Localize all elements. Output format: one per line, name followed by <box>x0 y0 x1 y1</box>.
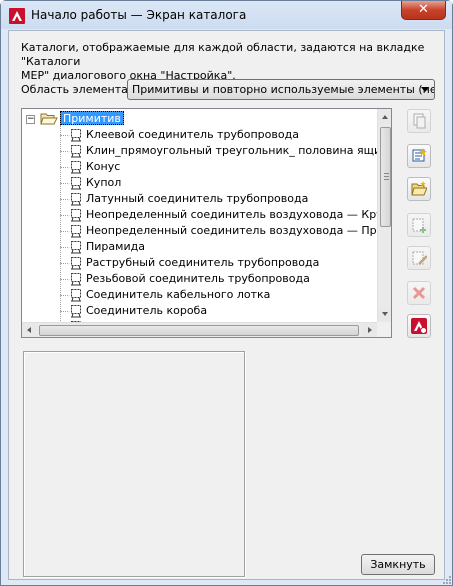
part-family-icon <box>68 175 84 191</box>
tree-item-label: Соединитель короба <box>86 304 208 317</box>
scroll-down-button[interactable] <box>378 307 391 322</box>
scroll-left-button[interactable] <box>22 323 37 337</box>
add-part-icon <box>412 218 426 233</box>
edit-part-button[interactable] <box>407 246 431 270</box>
part-family-icon <box>68 287 84 303</box>
part-family-icon <box>68 255 84 271</box>
new-catalog-button[interactable] <box>407 144 431 168</box>
tree-item-label: Раструбный соединитель трубопровода <box>86 256 320 269</box>
tree-connector-line <box>60 311 68 312</box>
tree-item-label: Клин_прямоугольный треугольник_ половина… <box>86 144 392 157</box>
grip-line <box>384 179 389 180</box>
preview-pane <box>23 351 245 577</box>
dialog-body: Каталоги, отображаемые для каждой област… <box>8 30 445 580</box>
delete-icon <box>412 286 426 300</box>
part-family-icon <box>68 159 84 175</box>
tree-item-label: Конус <box>86 160 121 173</box>
tree-root-primitive[interactable]: Примитив <box>60 111 124 125</box>
area-dropdown-value: Примитивы и повторно используемые элемен… <box>132 83 435 96</box>
horizontal-scroll-thumb[interactable] <box>39 325 359 336</box>
tree-connector-line <box>60 151 68 152</box>
copy-catalog-button[interactable] <box>407 109 431 133</box>
area-label: Область элемента: <box>21 83 132 96</box>
scroll-corner <box>377 322 391 337</box>
part-family-icon <box>68 143 84 159</box>
tree-connector-line <box>60 295 68 296</box>
catalog-screen-dialog: Начало работы — Экран каталога ✕ Каталог… <box>0 0 453 586</box>
tree-item-label: Купол <box>86 176 122 189</box>
edit-part-icon <box>412 251 427 265</box>
tree-connector-line <box>60 167 68 168</box>
part-family-icon <box>68 239 84 255</box>
add-part-button[interactable] <box>407 213 431 237</box>
vertical-scrollbar[interactable] <box>377 109 391 322</box>
resize-grip-icon[interactable] <box>441 574 451 584</box>
tree-connector-line <box>60 125 61 335</box>
tree-connector-line <box>60 263 68 264</box>
catalog-tree[interactable]: − Примитив Клеевой соединитель трубопров… <box>21 108 392 338</box>
tree-connector-line <box>60 215 68 216</box>
tree-item-label: Пирамида <box>86 240 145 253</box>
tree-connector-line <box>60 135 68 136</box>
tree-item-label: Резьбовой соединитель трубопровода <box>86 272 310 285</box>
new-catalog-icon <box>412 148 427 162</box>
arrow-left-icon <box>27 327 31 333</box>
tree-connector-line <box>60 183 68 184</box>
open-folder-button[interactable] <box>407 177 431 201</box>
tree-connector-line <box>60 279 68 280</box>
part-family-icon <box>68 271 84 287</box>
autocad-mep-button[interactable] <box>407 314 431 338</box>
copy-catalog-icon <box>413 113 426 129</box>
window-close-button[interactable]: ✕ <box>401 1 446 20</box>
tree-item-label: Неопределенный соединитель воздуховода —… <box>86 224 392 237</box>
chevron-down-icon[interactable] <box>421 87 429 92</box>
autocad-mep-icon <box>411 318 427 334</box>
tree-item-label: Латунный соединитель трубопровода <box>86 192 309 205</box>
area-dropdown[interactable]: Примитивы и повторно используемые элемен… <box>127 79 435 100</box>
scroll-up-button[interactable] <box>378 109 391 124</box>
collapse-icon[interactable]: − <box>26 115 35 124</box>
arrow-right-icon <box>368 327 372 333</box>
arrow-up-icon <box>382 115 388 119</box>
open-folder-icon <box>411 181 427 196</box>
title-bar[interactable]: Начало работы — Экран каталога ✕ <box>1 1 452 29</box>
window-title: Начало работы — Экран каталога <box>31 8 247 22</box>
vertical-scroll-thumb[interactable] <box>380 127 391 227</box>
grip-line <box>384 173 389 174</box>
part-family-icon <box>68 127 84 143</box>
close-button[interactable]: Замкнуть <box>361 554 435 575</box>
part-family-icon <box>68 207 84 223</box>
tree-item-label: Соединитель кабельного лотка <box>86 288 271 301</box>
arrow-down-icon <box>382 312 388 316</box>
scroll-right-button[interactable] <box>362 323 377 337</box>
delete-button[interactable] <box>407 281 431 305</box>
tree-item-label: Клеевой соединитель трубопровода <box>86 128 299 141</box>
horizontal-scrollbar[interactable] <box>22 322 377 337</box>
part-family-icon <box>68 303 84 319</box>
tree-connector-line <box>60 199 68 200</box>
open-folder-icon <box>40 113 58 125</box>
autocad-app-icon <box>9 8 25 24</box>
tree-item-label: Неопределенный соединитель воздуховода —… <box>86 208 392 221</box>
description-text: Каталоги, отображаемые для каждой област… <box>21 41 425 82</box>
tree-connector-line <box>60 247 68 248</box>
grip-line <box>384 176 389 177</box>
part-family-icon <box>68 191 84 207</box>
part-family-icon <box>68 223 84 239</box>
tree-connector-line <box>60 231 68 232</box>
